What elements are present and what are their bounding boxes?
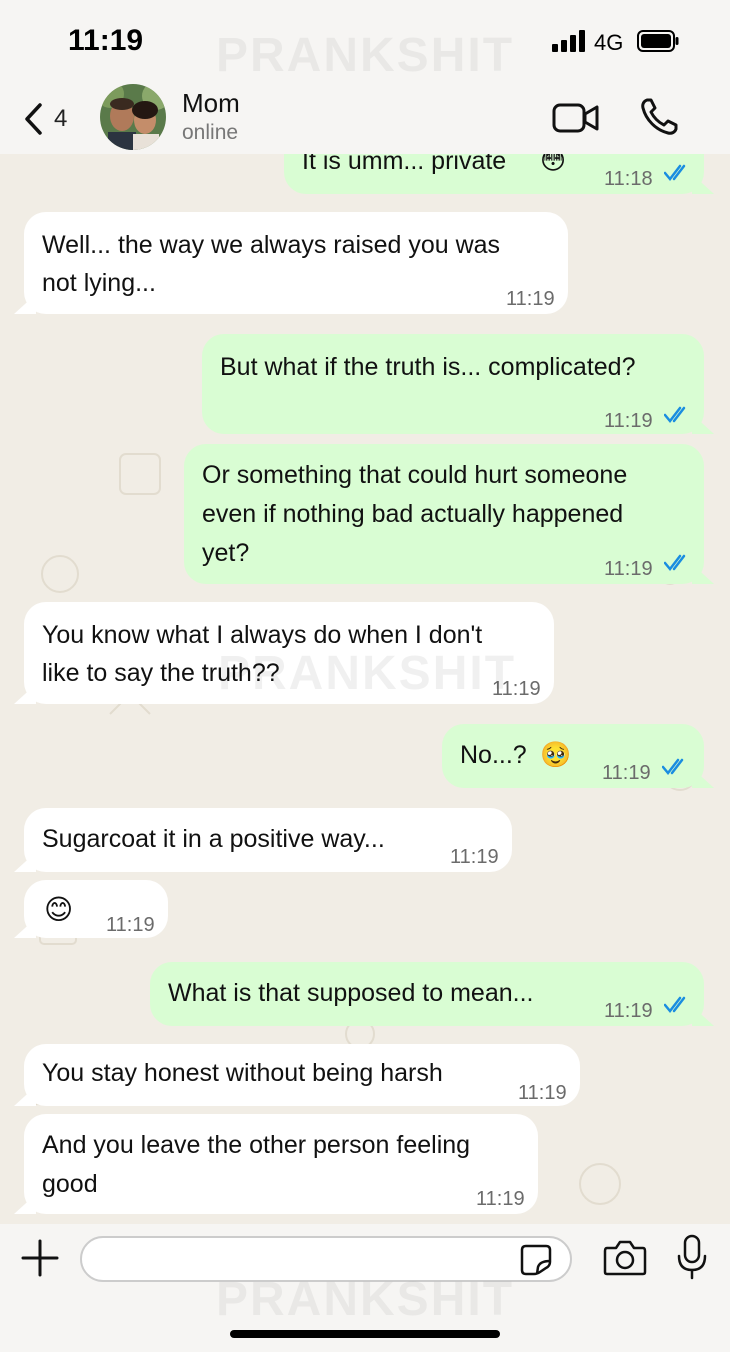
watermark-top: PRANKSHIT [216,29,515,82]
message-incoming[interactable]: Sugarcoat it in a positive way... 11:19 [14,808,512,872]
bubble-tail [14,684,36,704]
signal-icon [552,30,585,52]
message-text: You stay honest without being harsh [42,1059,443,1087]
read-ticks-icon [664,554,686,571]
read-ticks-icon [664,406,686,423]
battery-icon [637,30,679,52]
message-incoming[interactable]: You stay honest without being harsh 11:1… [14,1044,580,1106]
contact-name[interactable]: Mom [182,88,240,119]
emoji-pleading-icon: 🥹 [540,741,572,769]
bubble-tail [14,918,36,938]
message-line: good [42,1170,98,1198]
bubble-tail [14,852,36,872]
message-time: 11:19 [604,410,653,432]
message-time: 11:19 [518,1082,567,1104]
network-type: 4G [594,30,624,55]
contact-photo [100,84,166,150]
bubble-tail [14,294,36,314]
message-time: 11:19 [106,914,155,936]
message-line: Well... the way we always raised you was [42,231,501,259]
plus-icon[interactable] [20,1238,60,1278]
message-text: What is that supposed to mean... [168,979,534,1007]
home-indicator [230,1330,500,1338]
message-outgoing[interactable]: Or something that could hurt someone eve… [184,444,714,584]
status-bar: 11:19 4G PRANKSHIT [0,0,730,84]
avatar[interactable] [100,84,166,150]
message-incoming[interactable]: Well... the way we always raised you was… [14,212,568,314]
message-line: Or something that could hurt someone [202,461,628,489]
message-incoming[interactable]: And you leave the other person feeling g… [14,1114,538,1214]
message-line: yet? [202,539,250,567]
message-outgoing[interactable]: It is umm... private 😳 11:18 [284,154,714,194]
message-outgoing[interactable]: No...? 🥹 11:19 [442,724,714,788]
message-line: And you leave the other person feeling [42,1131,471,1159]
message-line: like to say the truth?? [42,659,280,687]
camera-icon[interactable] [603,1238,647,1278]
contact-status: online [182,121,239,144]
chevron-left-icon [25,103,42,135]
bubble-tail [14,1086,36,1106]
read-ticks-icon [664,996,686,1013]
back-button[interactable]: 4 [22,98,92,140]
message-text: It is umm... private [302,154,507,175]
message-time: 11:18 [604,168,653,190]
message-outgoing[interactable]: But what if the truth is... complicated?… [202,334,714,434]
microphone-icon[interactable] [676,1234,708,1280]
message-time: 11:19 [506,288,555,310]
read-ticks-icon [664,164,686,181]
input-bar: PRANKSHIT [0,1224,730,1352]
message-time: 11:19 [492,678,541,700]
message-line: even if nothing bad actually happened [202,500,624,528]
bubble-tail [692,564,714,584]
video-call-icon[interactable] [552,100,600,136]
bubble-tail [692,414,714,434]
sticker-icon[interactable] [520,1244,552,1276]
message-incoming[interactable]: You know what I always do when I don't l… [14,602,554,704]
message-time: 11:19 [604,558,653,580]
message-text: Sugarcoat it in a positive way... [42,825,385,853]
chat-area[interactable]: It is umm... private 😳 11:18 Well... the… [0,154,730,1224]
message-time: 11:19 [604,1000,653,1022]
bubble-tail [14,1194,36,1214]
emoji-smiling-icon: 😊 [44,894,74,925]
chat-header: 4 Mom online [0,84,730,154]
bubble-tail [692,174,714,194]
message-outgoing[interactable]: What is that supposed to mean... 11:19 [150,962,714,1026]
message-text: But what if the truth is... complicated? [220,353,636,381]
message-line: not lying... [42,269,156,297]
message-line: You know what I always do when I don't [42,621,483,649]
unread-count: 4 [54,105,68,132]
message-input[interactable] [80,1236,572,1282]
bubble-tail [692,1006,714,1026]
message-incoming[interactable]: 😊 11:19 [14,880,168,938]
message-time: 11:19 [476,1188,525,1210]
message-text: No...? [460,741,527,769]
emoji-flushed-icon: 😳 [540,154,567,175]
bubble-tail [692,768,714,788]
message-time: 11:19 [602,762,651,784]
status-time: 11:19 [68,24,144,57]
phone-icon[interactable] [638,96,680,138]
message-time: 11:19 [450,846,499,868]
read-ticks-icon [662,758,684,775]
